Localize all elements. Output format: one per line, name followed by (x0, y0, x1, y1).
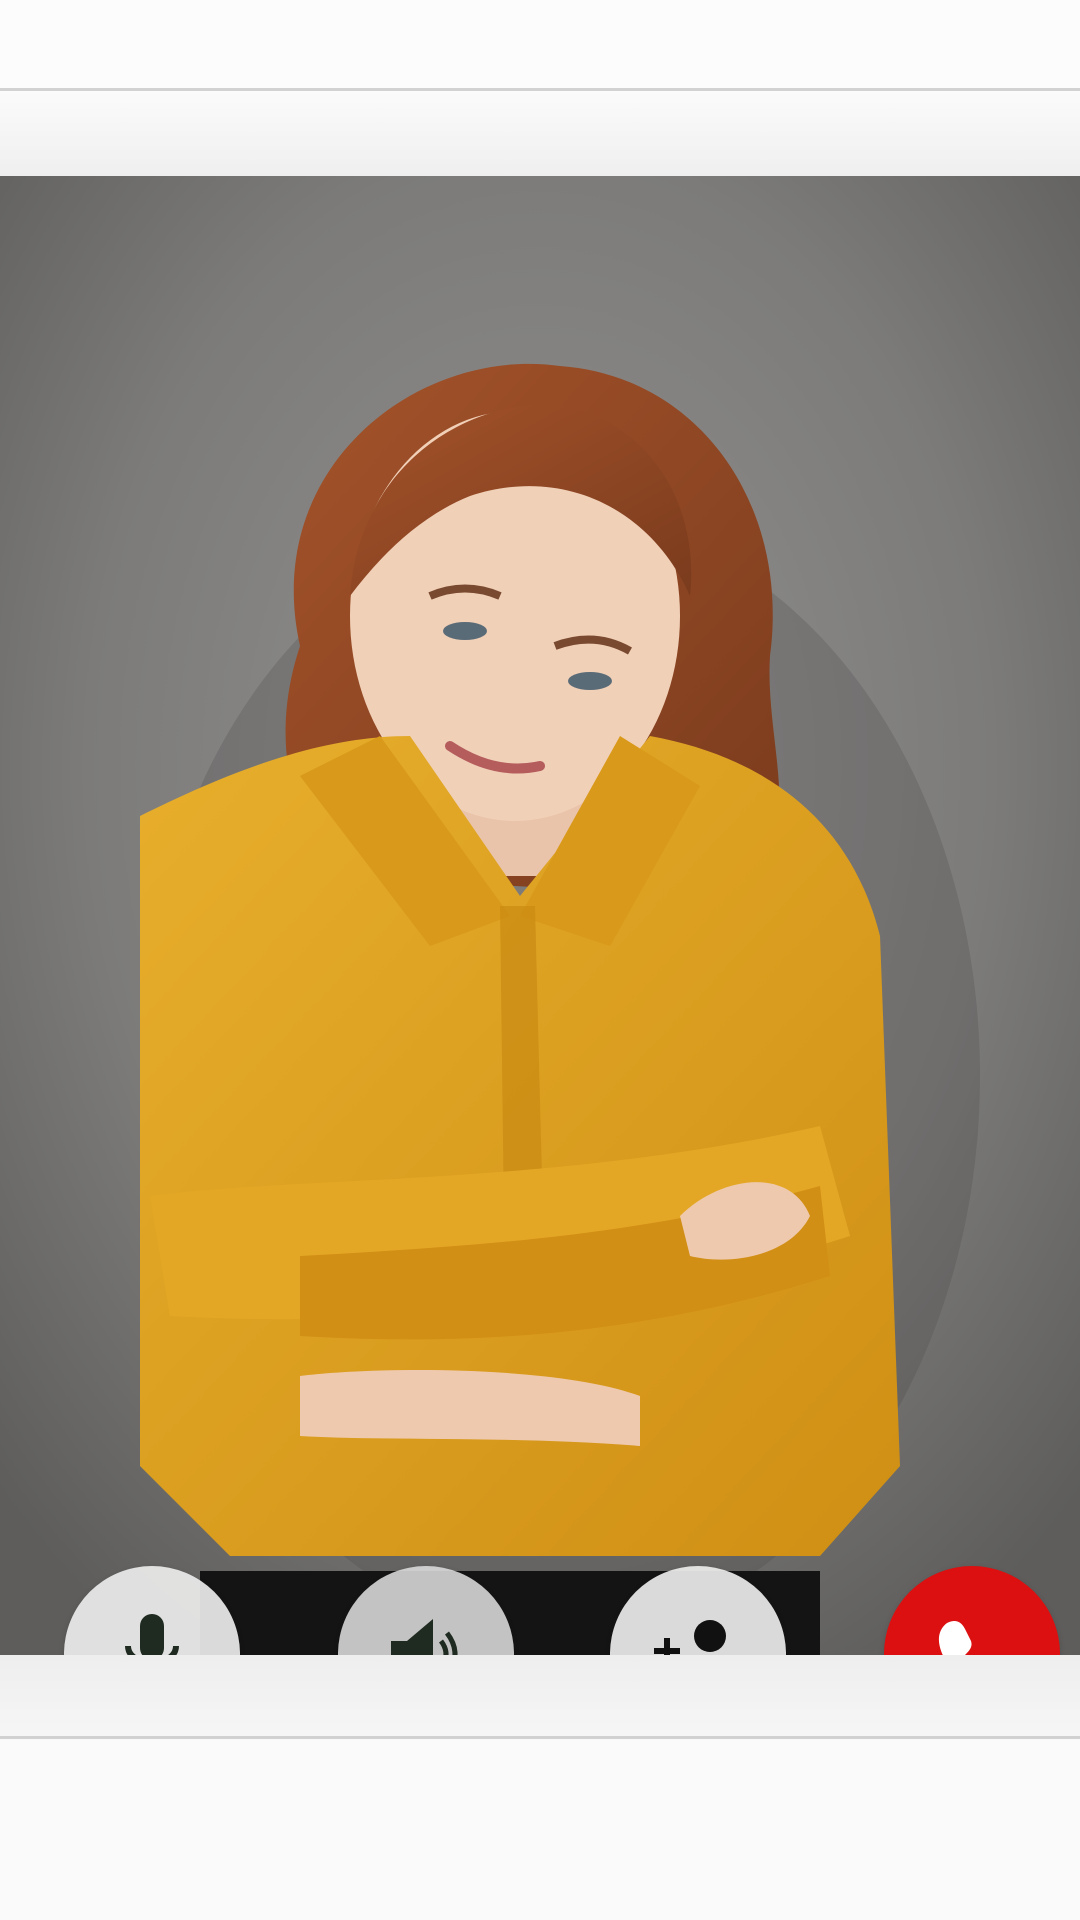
speaker-icon (391, 1619, 458, 1655)
microphone-icon (125, 1614, 179, 1655)
speaker-button[interactable] (338, 1566, 514, 1655)
phone-icon (938, 1621, 972, 1655)
call-controls (0, 1566, 1080, 1655)
bottom-bar (0, 1739, 1080, 1920)
video-header-strip (0, 92, 1080, 176)
end-call-button[interactable] (884, 1566, 1060, 1655)
add-person-icon (654, 1620, 726, 1655)
remote-video-feed (0, 176, 1080, 1655)
top-bar (0, 0, 1080, 92)
caller-video-illustration (0, 176, 1080, 1655)
video-footer-strip (0, 1655, 1080, 1737)
top-divider (0, 88, 1080, 91)
add-participant-button[interactable] (610, 1566, 786, 1655)
mute-button[interactable] (64, 1566, 240, 1655)
